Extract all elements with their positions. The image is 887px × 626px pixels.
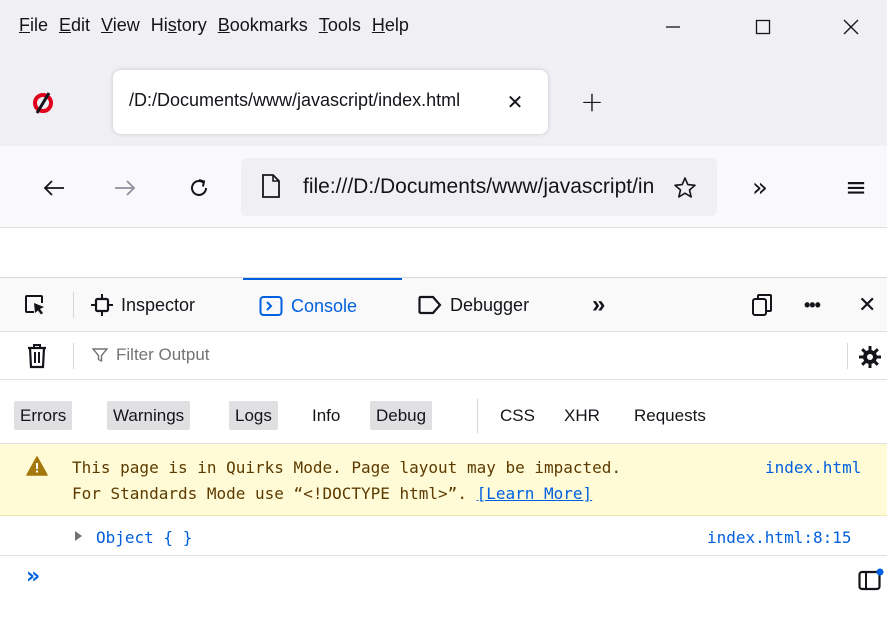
tab-inspector-label: Inspector	[121, 294, 196, 315]
menu-help[interactable]: Help	[367, 15, 415, 36]
dock-options-icon	[752, 294, 772, 316]
menu-bookmarks[interactable]: Bookmarks	[213, 15, 314, 36]
warning-source-link[interactable]: index.html	[765, 458, 861, 477]
devtools-close-button[interactable]: ✕	[858, 278, 876, 332]
log-source-link[interactable]: index.html:8:15	[707, 528, 852, 547]
page-content	[0, 229, 887, 277]
gear-icon[interactable]	[858, 345, 882, 369]
filter-debug-button[interactable]: Debug	[370, 401, 433, 430]
filter-warnings-button[interactable]: Warnings	[107, 401, 191, 430]
warning-text-line1: This page is in Quirks Mode. Page layout…	[72, 458, 622, 477]
filter-xhr-button[interactable]: XHR	[558, 401, 606, 430]
toolbar-divider	[73, 292, 74, 318]
filter-css-button[interactable]: CSS	[494, 401, 541, 430]
devtools-toolbar: Inspector Console Debugger » ••• ✕	[0, 278, 887, 332]
tab-console[interactable]: Console	[243, 278, 402, 332]
trash-icon[interactable]	[26, 343, 48, 369]
console-prompt-icon: »	[26, 564, 41, 589]
log-object-value[interactable]: Object { }	[96, 528, 192, 547]
close-icon	[843, 19, 859, 35]
dock-toggle-button[interactable]	[751, 278, 773, 332]
minimize-button[interactable]	[653, 12, 693, 42]
element-picker-icon	[25, 295, 44, 315]
filter-errors-button[interactable]: Errors	[14, 401, 73, 430]
learn-more-link[interactable]: [Learn More]	[477, 484, 593, 503]
menu-items: File Edit View History Bookmarks Tools H…	[14, 15, 415, 36]
minimize-icon	[666, 26, 680, 28]
navigation-toolbar: file:///D:/Documents/www/javascript/inde…	[0, 146, 887, 228]
inspector-icon	[91, 294, 113, 316]
menu-edit[interactable]: Edit	[54, 15, 96, 36]
filter-divider	[73, 343, 74, 369]
log-level-filters: Errors Warnings Logs Info Debug CSS XHR …	[0, 380, 887, 444]
url-bar[interactable]: file:///D:/Documents/www/javascript/inde…	[241, 158, 717, 216]
debugger-icon	[418, 295, 442, 315]
filter-placeholder: Filter Output	[116, 345, 210, 364]
tab-debugger-label: Debugger	[450, 294, 530, 315]
tab-inspector[interactable]: Inspector	[91, 278, 195, 332]
tab-close-button[interactable]: ✕	[502, 87, 528, 117]
menu-history[interactable]: History	[146, 15, 213, 36]
star-icon	[674, 177, 696, 198]
tab-bar: /D:/Documents/www/javascript/index.html …	[0, 56, 887, 146]
levels-divider	[477, 399, 478, 433]
forward-button[interactable]	[105, 168, 145, 208]
tab-debugger[interactable]: Debugger	[418, 278, 529, 332]
app-menu-button[interactable]: ≡	[836, 168, 876, 208]
page-icon	[262, 174, 280, 198]
back-button[interactable]	[34, 168, 74, 208]
new-tab-button[interactable]: +	[574, 83, 610, 119]
console-warning-message: This page is in Quirks Mode. Page layout…	[0, 444, 887, 516]
reload-button[interactable]	[179, 168, 219, 208]
menu-view[interactable]: View	[96, 15, 146, 36]
element-picker-button[interactable]	[24, 278, 46, 332]
console-icon	[259, 296, 283, 316]
settings-divider	[847, 343, 848, 369]
editor-mode-toggle-icon[interactable]	[858, 568, 884, 592]
filter-logs-button[interactable]: Logs	[229, 401, 278, 430]
filter-output-input[interactable]: Filter Output	[92, 345, 210, 365]
url-text[interactable]: file:///D:/Documents/www/javascript/inde…	[303, 175, 653, 199]
console-input[interactable]: »	[0, 556, 887, 600]
menu-tools[interactable]: Tools	[314, 15, 367, 36]
filter-icon	[92, 348, 108, 363]
maximize-button[interactable]	[743, 12, 783, 42]
warning-icon	[26, 456, 48, 476]
back-arrow-icon	[43, 180, 64, 196]
window-close-button[interactable]	[831, 12, 871, 42]
devtools-panel: Inspector Console Debugger » ••• ✕ Filte…	[0, 277, 887, 626]
menu-bar: File Edit View History Bookmarks Tools H…	[0, 0, 887, 56]
more-tools-button[interactable]: »	[592, 278, 605, 332]
warning-text-line2: For Standards Mode use “<!DOCTYPE html>”…	[72, 484, 593, 503]
more-options-button[interactable]: •••	[804, 278, 821, 332]
maximize-icon	[755, 19, 771, 35]
filter-info-button[interactable]: Info	[306, 401, 346, 430]
forward-arrow-icon	[115, 180, 136, 196]
browser-tab-active[interactable]: /D:/Documents/www/javascript/index.html …	[113, 70, 548, 134]
tab-console-label: Console	[291, 295, 358, 316]
tab-title: /D:/Documents/www/javascript/index.html	[129, 90, 461, 110]
bookmark-star-button[interactable]	[669, 172, 701, 204]
toolbar-overflow-button[interactable]: »	[740, 168, 780, 208]
filter-requests-button[interactable]: Requests	[628, 401, 712, 430]
console-filter-bar: Filter Output	[0, 332, 887, 380]
console-log-message: Object { } index.html:8:15	[0, 516, 887, 556]
expand-arrow-icon[interactable]	[75, 531, 82, 541]
reload-icon	[191, 179, 207, 196]
dev-edition-favicon-icon	[33, 92, 53, 114]
menu-file[interactable]: File	[14, 15, 54, 36]
